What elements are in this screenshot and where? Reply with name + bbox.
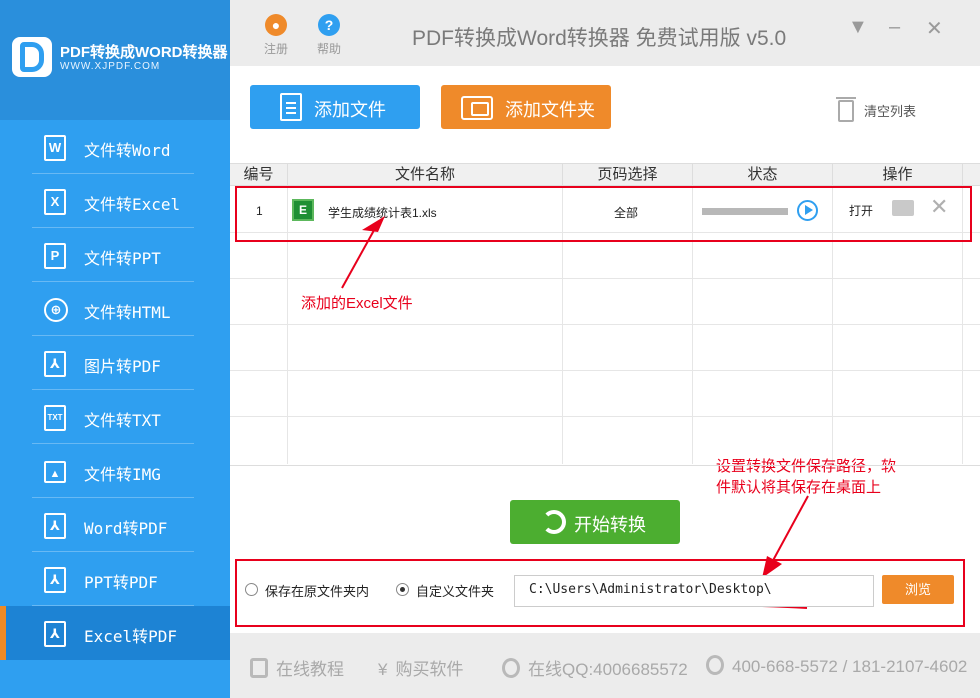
sidebar-item-file-to-excel[interactable]: X 文件转Excel — [0, 174, 230, 228]
sidebar-item-label: 图片转PDF — [84, 357, 161, 376]
sidebar-item-label: 文件转Excel — [84, 195, 181, 214]
dropdown-menu-icon[interactable]: ▼ — [848, 16, 868, 39]
minimize-icon[interactable]: – — [889, 16, 900, 39]
title-bar: ● 注册 ? 帮助 PDF转换成Word转换器 免费试用版 v5.0 ▼ – ✕ — [230, 0, 980, 66]
online-tutorial-link[interactable]: 在线教程 — [250, 655, 344, 680]
main-content: 添加文件 添加文件夹 清空列表 编号 文件名称 页码选择 状态 操作 1 E 学… — [230, 66, 980, 698]
help-label: 帮助 — [316, 42, 341, 56]
phone-info: 400-668-5572 / 181-2107-4602 — [706, 655, 967, 677]
register-icon: ● — [265, 14, 287, 36]
phone-icon — [706, 655, 724, 675]
sidebar-item-label: PPT转PDF — [84, 573, 158, 592]
sidebar-item-label: 文件转IMG — [84, 465, 161, 484]
refresh-icon — [542, 510, 566, 534]
logo-title: PDF转换成WORD转换器 — [60, 44, 228, 61]
start-conversion-label: 开始转换 — [574, 515, 646, 535]
annotation-arrow-path — [769, 495, 809, 567]
app-logo-icon — [12, 37, 52, 77]
pdf-icon: ⅄ — [44, 351, 66, 377]
sidebar-item-file-to-img[interactable]: ▲ 文件转IMG — [0, 444, 230, 498]
annotation-save-path-line1: 设置转换文件保存路径，软 — [716, 458, 897, 475]
online-qq-label: 在线QQ:4006685572 — [528, 660, 688, 679]
word-icon: W — [44, 135, 66, 161]
sidebar: PDF转换成WORD转换器 WWW.XJPDF.COM W 文件转Word X … — [0, 0, 230, 698]
annotation-arrow-excel — [341, 222, 379, 289]
sidebar-item-excel-to-pdf[interactable]: ⅄ Excel转PDF — [0, 606, 230, 660]
pdf-icon: ⅄ — [44, 513, 66, 539]
footer: 在线教程 ¥ 购买软件 在线QQ:4006685572 400-668-5572 … — [230, 633, 980, 698]
online-tutorial-label: 在线教程 — [276, 660, 344, 679]
pdf-icon: ⅄ — [44, 621, 66, 647]
phone-label: 400-668-5572 / 181-2107-4602 — [732, 657, 968, 676]
sidebar-item-word-to-pdf[interactable]: ⅄ Word转PDF — [0, 498, 230, 552]
sidebar-item-label: 文件转PPT — [84, 249, 161, 268]
buy-software-label: 购买软件 — [395, 660, 464, 679]
image-icon: ▲ — [44, 461, 66, 483]
logo-url: WWW.XJPDF.COM — [60, 61, 161, 72]
yen-icon: ¥ — [378, 660, 388, 679]
help-button[interactable]: ? 帮助 — [309, 14, 349, 57]
help-icon: ? — [318, 14, 340, 36]
sidebar-item-label: 文件转TXT — [84, 411, 161, 430]
excel-icon: X — [44, 189, 66, 215]
sidebar-item-file-to-html[interactable]: ⊕ 文件转HTML — [0, 282, 230, 336]
start-conversion-button[interactable]: 开始转换 — [510, 500, 680, 544]
app-title: PDF转换成Word转换器 免费试用版 v5.0 — [412, 27, 787, 50]
sidebar-item-file-to-word[interactable]: W 文件转Word — [0, 120, 230, 174]
custom-folder-radio[interactable] — [396, 583, 409, 596]
save-original-radio[interactable] — [245, 583, 258, 596]
register-label: 注册 — [263, 42, 288, 56]
custom-folder-label[interactable]: 自定义文件夹 — [416, 581, 494, 600]
save-original-label[interactable]: 保存在原文件夹内 — [265, 581, 369, 600]
sidebar-item-file-to-txt[interactable]: TXT 文件转TXT — [0, 390, 230, 444]
book-icon — [250, 658, 268, 678]
globe-icon: ⊕ — [44, 298, 68, 322]
sidebar-item-label: 文件转HTML — [84, 303, 171, 322]
sidebar-item-file-to-ppt[interactable]: P 文件转PPT — [0, 228, 230, 282]
browse-button[interactable]: 浏览 — [882, 575, 954, 604]
sidebar-nav: W 文件转Word X 文件转Excel P 文件转PPT ⊕ 文件转HTML … — [0, 120, 230, 660]
ppt-icon: P — [44, 243, 66, 269]
sidebar-item-label: Excel转PDF — [84, 627, 178, 646]
buy-software-link[interactable]: ¥ 购买软件 — [378, 655, 463, 680]
annotation-arrowhead-excel — [362, 216, 385, 232]
divider — [230, 465, 980, 466]
pdf-icon: ⅄ — [44, 567, 66, 593]
online-qq-link[interactable]: 在线QQ:4006685572 — [502, 655, 688, 680]
annotation-save-path-line2: 件默认将其保存在桌面上 — [716, 479, 882, 496]
annotation-excel-file: 添加的Excel文件 — [301, 295, 413, 312]
close-window-icon[interactable]: ✕ — [926, 16, 943, 41]
sidebar-item-label: 文件转Word — [84, 141, 171, 160]
logo-area: PDF转换成WORD转换器 WWW.XJPDF.COM — [0, 0, 230, 120]
sidebar-item-ppt-to-pdf[interactable]: ⅄ PPT转PDF — [0, 552, 230, 606]
register-button[interactable]: ● 注册 — [256, 14, 296, 57]
sidebar-item-image-to-pdf[interactable]: ⅄ 图片转PDF — [0, 336, 230, 390]
save-path-input[interactable]: C:\Users\Administrator\Desktop\ — [514, 575, 874, 607]
qq-icon — [502, 658, 520, 678]
sidebar-item-label: Word转PDF — [84, 519, 168, 538]
txt-icon: TXT — [44, 405, 66, 431]
